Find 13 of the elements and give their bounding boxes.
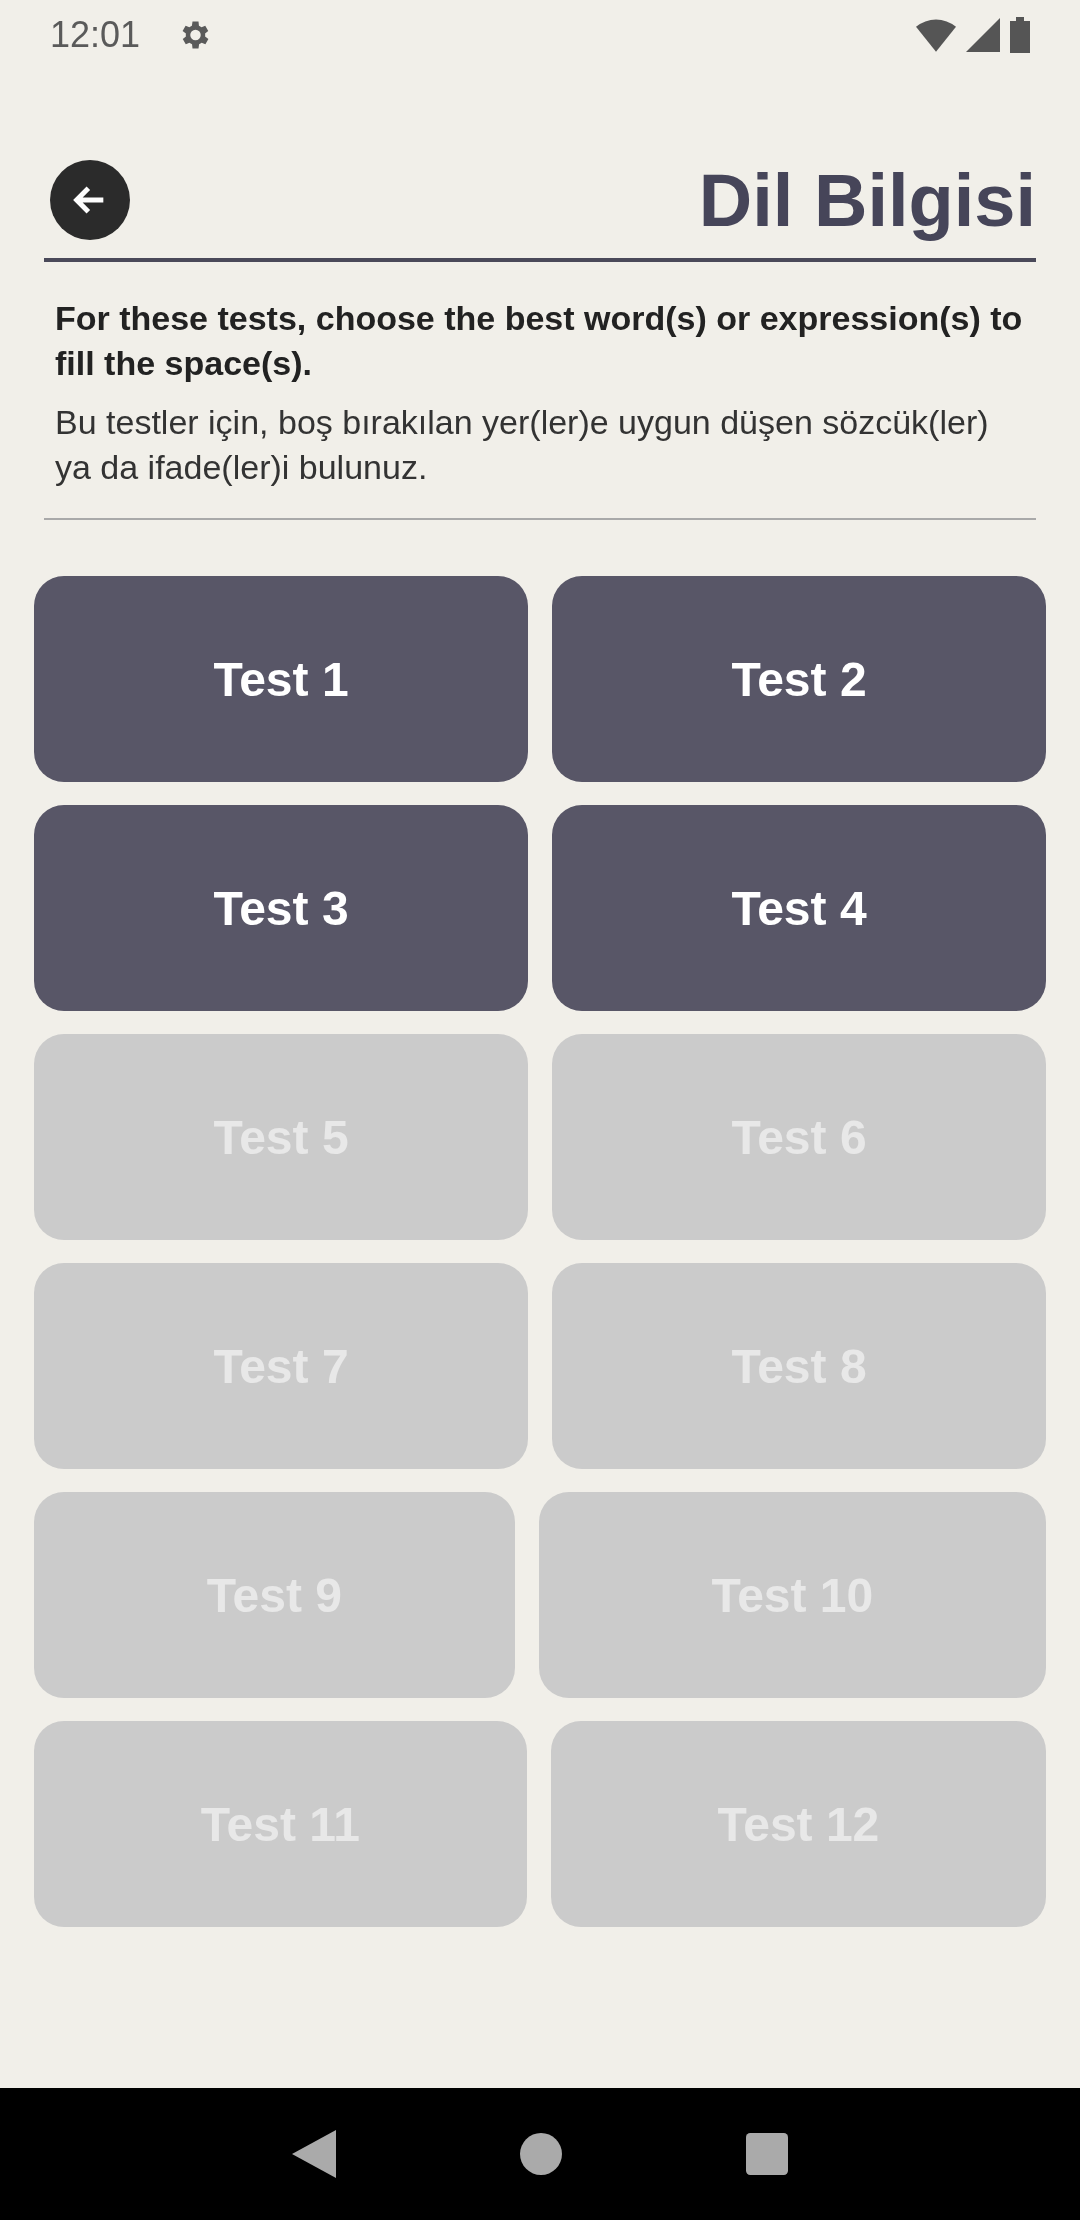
status-time: 12:01 xyxy=(50,14,141,56)
battery-icon xyxy=(1010,17,1030,53)
instruction-text: Bu testler için, boş bırakılan yer(ler)e uygun düşen sözcük(ler) ya da ifade(ler)i bulunuz. xyxy=(55,402,990,488)
test-button[interactable]: Test 3 xyxy=(34,805,528,1011)
page-title: Dil Bilgisi xyxy=(698,157,1036,243)
instruction-text: For these tests, choose the best word(s) or expression(s) to fill the space(s). xyxy=(55,298,1024,384)
test-button[interactable]: Test 2 xyxy=(552,576,1046,782)
back-nav-icon[interactable] xyxy=(292,2130,336,2178)
signal-icon xyxy=(966,18,1000,52)
test-button[interactable]: Test 4 xyxy=(552,805,1046,1011)
wifi-icon xyxy=(916,18,956,52)
test-button[interactable]: Test 1 xyxy=(34,576,528,782)
home-nav-icon[interactable] xyxy=(520,2133,562,2175)
